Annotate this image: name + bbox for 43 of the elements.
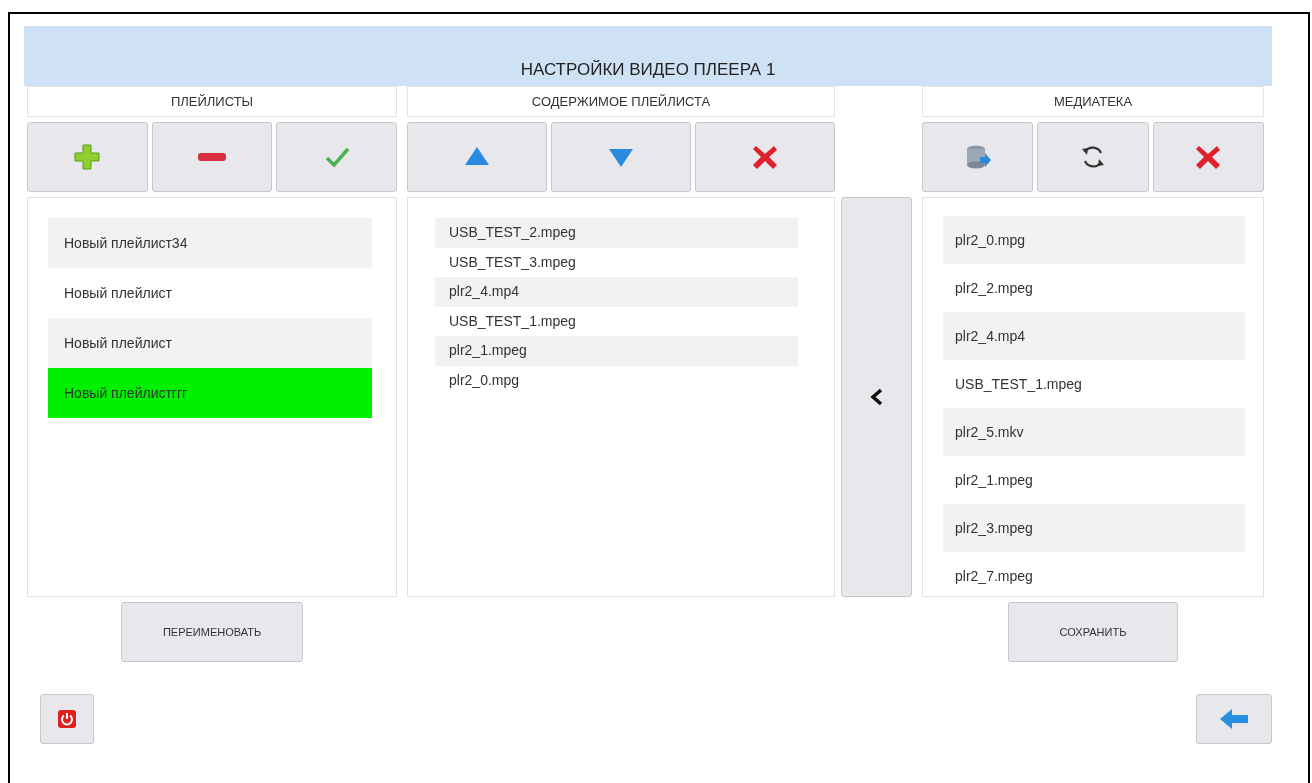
file-item[interactable]: USB_TEST_3.mpeg <box>435 247 798 277</box>
add-to-playlist-button[interactable] <box>841 197 912 597</box>
save-button[interactable]: СОХРАНИТЬ <box>1008 602 1178 662</box>
plus-button[interactable] <box>27 122 148 192</box>
file-item[interactable]: plr2_7.mpeg <box>943 552 1245 596</box>
plus-icon <box>73 143 102 171</box>
minus-button[interactable] <box>151 122 273 192</box>
file-item[interactable]: plr2_3.mpeg <box>943 504 1245 552</box>
file-item[interactable]: plr2_4.mp4 <box>943 312 1245 360</box>
file-item[interactable]: plr2_1.mpeg <box>943 456 1245 504</box>
file-item[interactable]: plr2_2.mpeg <box>943 264 1245 312</box>
left-arrow-icon <box>1219 708 1249 730</box>
file-item[interactable]: USB_TEST_1.mpeg <box>943 360 1245 408</box>
check-button[interactable] <box>276 122 397 192</box>
playlist-item[interactable]: Новый плейлист34 <box>48 218 372 268</box>
page-title: НАСТРОЙКИ ВИДЕО ПЛЕЕРА 1 <box>520 58 776 81</box>
delete-button[interactable] <box>695 122 835 192</box>
delete-icon <box>751 143 779 171</box>
file-item[interactable]: plr2_0.mpg <box>435 365 798 395</box>
up-triangle-button[interactable] <box>407 122 547 192</box>
section-heading: СОДЕРЖИМОЕ ПЛЕЙЛИСТА <box>407 86 835 117</box>
rename-button[interactable]: ПЕРЕИМЕНОВАТЬ <box>121 602 303 662</box>
file-item[interactable]: plr2_5.mkv <box>943 408 1245 456</box>
delete-icon <box>1194 143 1223 171</box>
back-button[interactable] <box>1196 694 1272 744</box>
file-item[interactable]: USB_TEST_1.mpeg <box>435 306 798 336</box>
refresh-icon <box>1079 143 1107 171</box>
down-triangle-button[interactable] <box>551 122 691 192</box>
file-item[interactable]: plr2_4.mp4 <box>435 277 798 307</box>
section-heading: ПЛЕЙЛИСТЫ <box>27 86 397 117</box>
playlist-item[interactable]: Новый плейлист <box>48 318 372 368</box>
file-item[interactable]: plr2_0.mpg <box>943 216 1245 264</box>
file-item[interactable]: USB_TEST_2.mpeg <box>435 218 798 248</box>
section-heading: МЕДИАТЕКА <box>922 86 1264 117</box>
chevron-left-icon <box>869 388 884 406</box>
file-item[interactable]: plr2_1.mpeg <box>435 336 798 366</box>
database-import-button[interactable] <box>922 122 1034 192</box>
power-icon <box>58 710 76 728</box>
minus-icon <box>198 153 226 161</box>
playlist-item[interactable]: Новый плейлистггг <box>48 368 372 418</box>
power-button[interactable] <box>40 694 94 744</box>
playlist-item[interactable]: Новый плейлист <box>48 268 372 318</box>
delete-button[interactable] <box>1152 122 1264 192</box>
